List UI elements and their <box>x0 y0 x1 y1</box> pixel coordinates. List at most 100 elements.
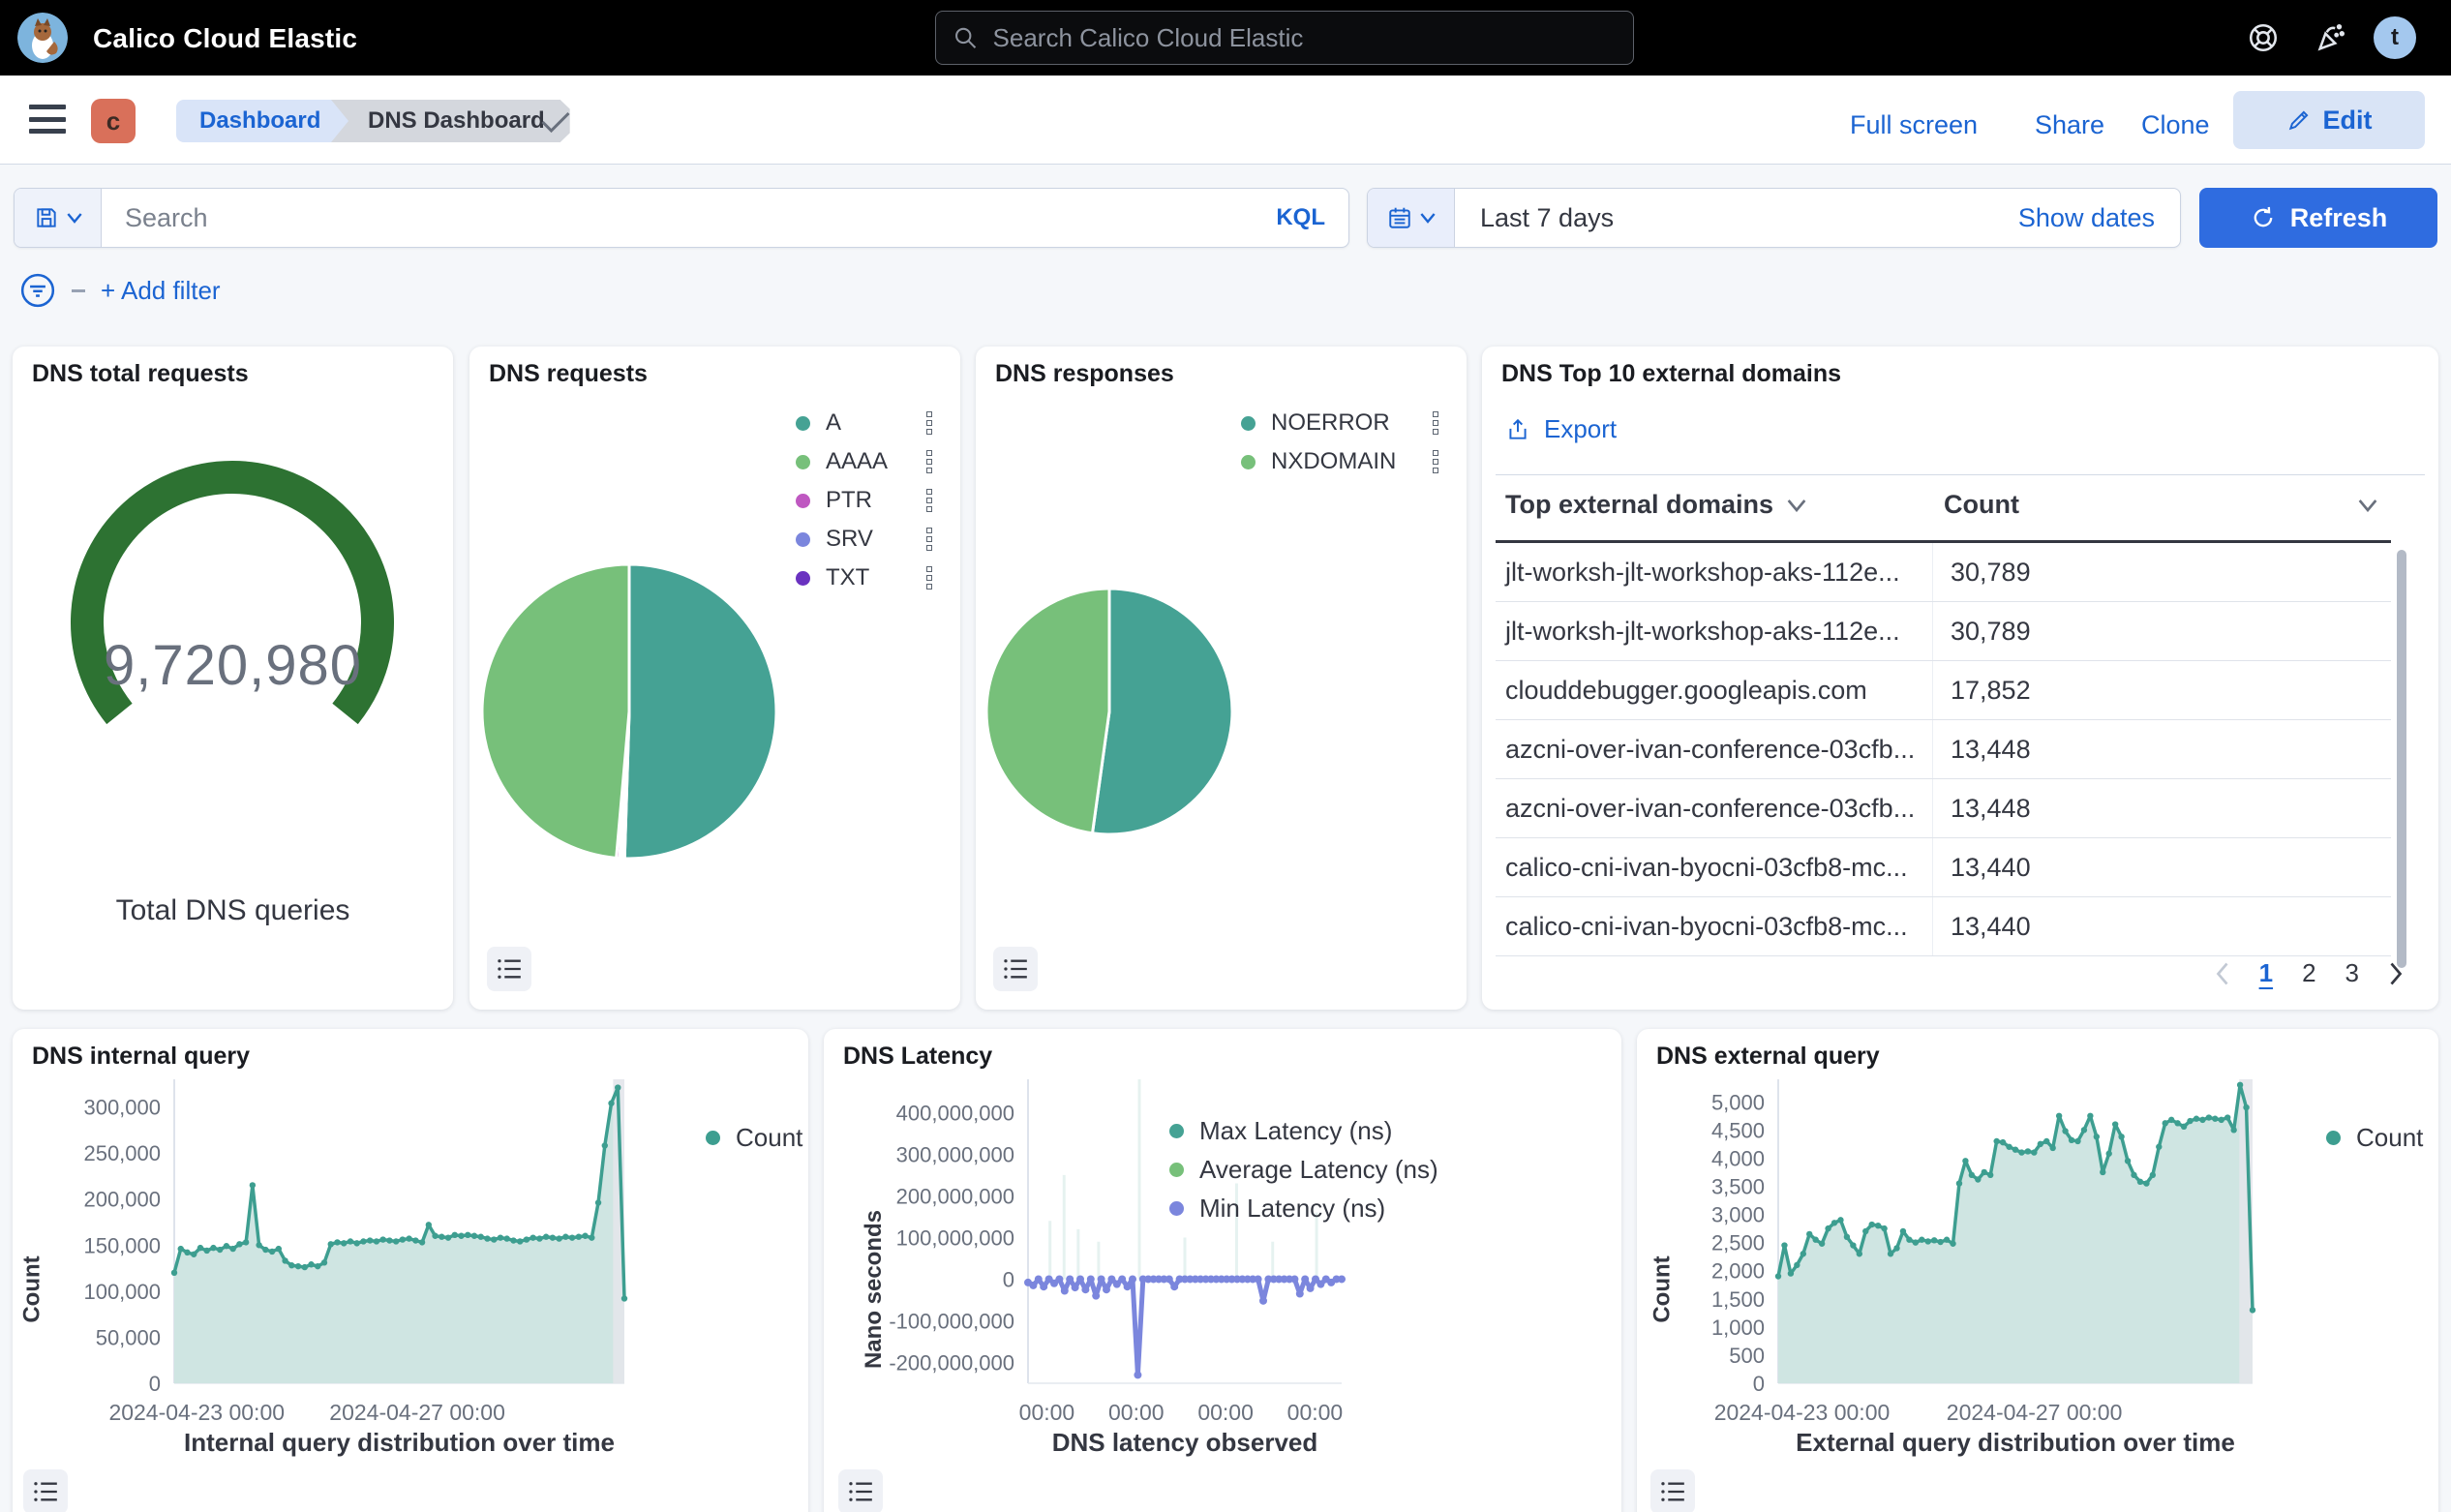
chevron-down-icon <box>1420 212 1436 224</box>
date-picker: Last 7 days Show dates <box>1367 188 2181 248</box>
table-row[interactable]: clouddebugger.googleapis.com17,852 <box>1496 661 2391 720</box>
save-icon <box>34 205 59 230</box>
global-search-input[interactable] <box>991 22 1616 54</box>
global-search-box[interactable] <box>935 11 1634 65</box>
user-avatar[interactable]: t <box>2374 16 2416 59</box>
legend-action-icon[interactable] <box>923 408 936 438</box>
legend-item-txt[interactable]: TXT <box>796 559 936 597</box>
column-header-count[interactable]: Count <box>1944 490 2377 520</box>
table-row[interactable]: calico-cni-ivan-byocni-03cfb8-mc...13,44… <box>1496 838 2391 897</box>
saved-queries-button[interactable] <box>15 189 102 247</box>
table-row[interactable]: azcni-over-ivan-conference-03cfb...13,44… <box>1496 720 2391 779</box>
legend-item-max-latency[interactable]: Max Latency (ns) <box>1169 1111 1438 1150</box>
export-button[interactable]: Export <box>1505 414 1617 444</box>
svg-text:150,000: 150,000 <box>83 1233 161 1257</box>
panel-legend-toggle-button[interactable] <box>23 1469 68 1512</box>
legend-action-icon[interactable] <box>923 524 936 555</box>
svg-text:2024-04-27 00:00: 2024-04-27 00:00 <box>1947 1400 2123 1425</box>
calendar-button[interactable] <box>1368 189 1455 247</box>
x-axis-title: Internal query distribution over time <box>174 1428 624 1458</box>
panel-legend-toggle-button[interactable] <box>1650 1469 1695 1512</box>
table-row[interactable]: jlt-worksh-jlt-workshop-aks-112e...30,78… <box>1496 602 2391 661</box>
space-badge[interactable]: c <box>91 99 136 143</box>
latency-legend: Max Latency (ns) Average Latency (ns) Mi… <box>1169 1111 1438 1227</box>
page-2-button[interactable]: 2 <box>2302 958 2315 988</box>
gauge-caption: Total DNS queries <box>13 894 453 927</box>
svg-text:0: 0 <box>1753 1372 1765 1396</box>
count-cell: 17,852 <box>1933 676 2031 706</box>
table-row[interactable]: jlt-worksh-jlt-workshop-aks-112e...30,78… <box>1496 543 2391 602</box>
edit-button[interactable]: Edit <box>2233 91 2425 149</box>
legend-action-icon[interactable] <box>923 485 936 516</box>
svg-text:2024-04-23 00:00: 2024-04-23 00:00 <box>108 1400 285 1425</box>
panel-legend-toggle-button[interactable] <box>487 947 531 991</box>
legend-item-min-latency[interactable]: Min Latency (ns) <box>1169 1189 1438 1227</box>
svg-text:100,000,000: 100,000,000 <box>896 1225 1014 1250</box>
page-1-button[interactable]: 1 <box>2259 958 2273 988</box>
filter-icon[interactable] <box>19 272 56 309</box>
legend-item-count[interactable]: Count <box>706 1118 802 1157</box>
legend-action-icon[interactable] <box>923 446 936 477</box>
count-cell: 30,789 <box>1933 617 2031 647</box>
series-dot <box>796 494 810 508</box>
share-button[interactable]: Share <box>2035 110 2104 140</box>
svg-text:2,000: 2,000 <box>1711 1259 1765 1284</box>
table-row[interactable]: azcni-over-ivan-conference-03cfb...13,44… <box>1496 779 2391 838</box>
help-icon[interactable] <box>2244 18 2283 57</box>
breadcrumb-dashboard[interactable]: Dashboard <box>176 100 355 142</box>
refresh-icon <box>2250 204 2277 231</box>
legend-action-icon[interactable] <box>1429 446 1442 477</box>
refresh-button[interactable]: Refresh <box>2199 188 2437 248</box>
table-scrollbar[interactable] <box>2397 550 2406 968</box>
svg-text:4,500: 4,500 <box>1711 1118 1765 1142</box>
legend-action-icon[interactable] <box>1429 408 1442 438</box>
calico-logo-icon[interactable] <box>17 13 68 63</box>
series-dot <box>796 532 810 547</box>
legend-item-srv[interactable]: SRV <box>796 520 936 559</box>
chevron-right-icon[interactable] <box>2388 962 2404 985</box>
clone-button[interactable]: Clone <box>2141 110 2210 140</box>
panel-dns-total-requests: DNS total requests 9,720,980 Total DNS q… <box>13 347 453 1010</box>
full-screen-button[interactable]: Full screen <box>1850 110 1978 140</box>
count-cell: 13,448 <box>1933 735 2031 765</box>
series-dot <box>706 1131 720 1145</box>
legend-item-count[interactable]: Count <box>2326 1118 2423 1157</box>
svg-text:5,000: 5,000 <box>1711 1090 1765 1114</box>
panel-legend-toggle-button[interactable] <box>993 947 1038 991</box>
legend-item-a[interactable]: A <box>796 404 936 442</box>
external-legend: Count <box>2326 1118 2423 1157</box>
table-row[interactable]: calico-cni-ivan-byocni-03cfb8-mc...13,44… <box>1496 897 2391 956</box>
filter-divider <box>72 289 85 292</box>
panel-dns-latency: DNS Latency 400,000,000300,000,000200,00… <box>824 1029 1621 1512</box>
menu-icon[interactable] <box>29 105 66 134</box>
domain-cell: azcni-over-ivan-conference-03cfb... <box>1496 779 1933 837</box>
svg-text:1,000: 1,000 <box>1711 1315 1765 1340</box>
internal-legend: Count <box>706 1118 802 1157</box>
legend-item-nxdomain[interactable]: NXDOMAIN <box>1241 442 1442 481</box>
legend-item-noerror[interactable]: NOERROR <box>1241 404 1442 442</box>
svg-text:3,000: 3,000 <box>1711 1203 1765 1227</box>
legend-action-icon[interactable] <box>923 562 936 593</box>
page-3-button[interactable]: 3 <box>2345 958 2359 988</box>
svg-text:00:00: 00:00 <box>1287 1400 1344 1425</box>
series-dot <box>1169 1201 1184 1216</box>
add-filter-button[interactable]: + Add filter <box>101 276 221 306</box>
panel-dns-external-query: DNS external query 05001,0001,5002,0002,… <box>1637 1029 2438 1512</box>
panel-legend-toggle-button[interactable] <box>838 1469 883 1512</box>
svg-text:2024-04-23 00:00: 2024-04-23 00:00 <box>1714 1400 1891 1425</box>
dashboard-toolbar: c Dashboard DNS Dashboard Full screen Sh… <box>0 76 2451 165</box>
chevron-left-icon[interactable] <box>2215 962 2230 985</box>
column-header-domains[interactable]: Top external domains <box>1505 490 1806 520</box>
legend-item-aaaa[interactable]: AAAA <box>796 442 936 481</box>
kql-search-input[interactable] <box>102 203 1253 233</box>
time-range-value[interactable]: Last 7 days <box>1455 203 2018 233</box>
svg-text:400,000,000: 400,000,000 <box>896 1101 1014 1125</box>
news-icon[interactable] <box>2312 18 2350 57</box>
check-icon[interactable] <box>538 108 573 136</box>
show-dates-button[interactable]: Show dates <box>2018 203 2180 233</box>
legend-item-ptr[interactable]: PTR <box>796 481 936 520</box>
kql-language-button[interactable]: KQL <box>1253 204 1348 231</box>
series-dot <box>1241 416 1256 431</box>
legend-item-average-latency[interactable]: Average Latency (ns) <box>1169 1150 1438 1189</box>
app-title: Calico Cloud Elastic <box>93 23 357 54</box>
